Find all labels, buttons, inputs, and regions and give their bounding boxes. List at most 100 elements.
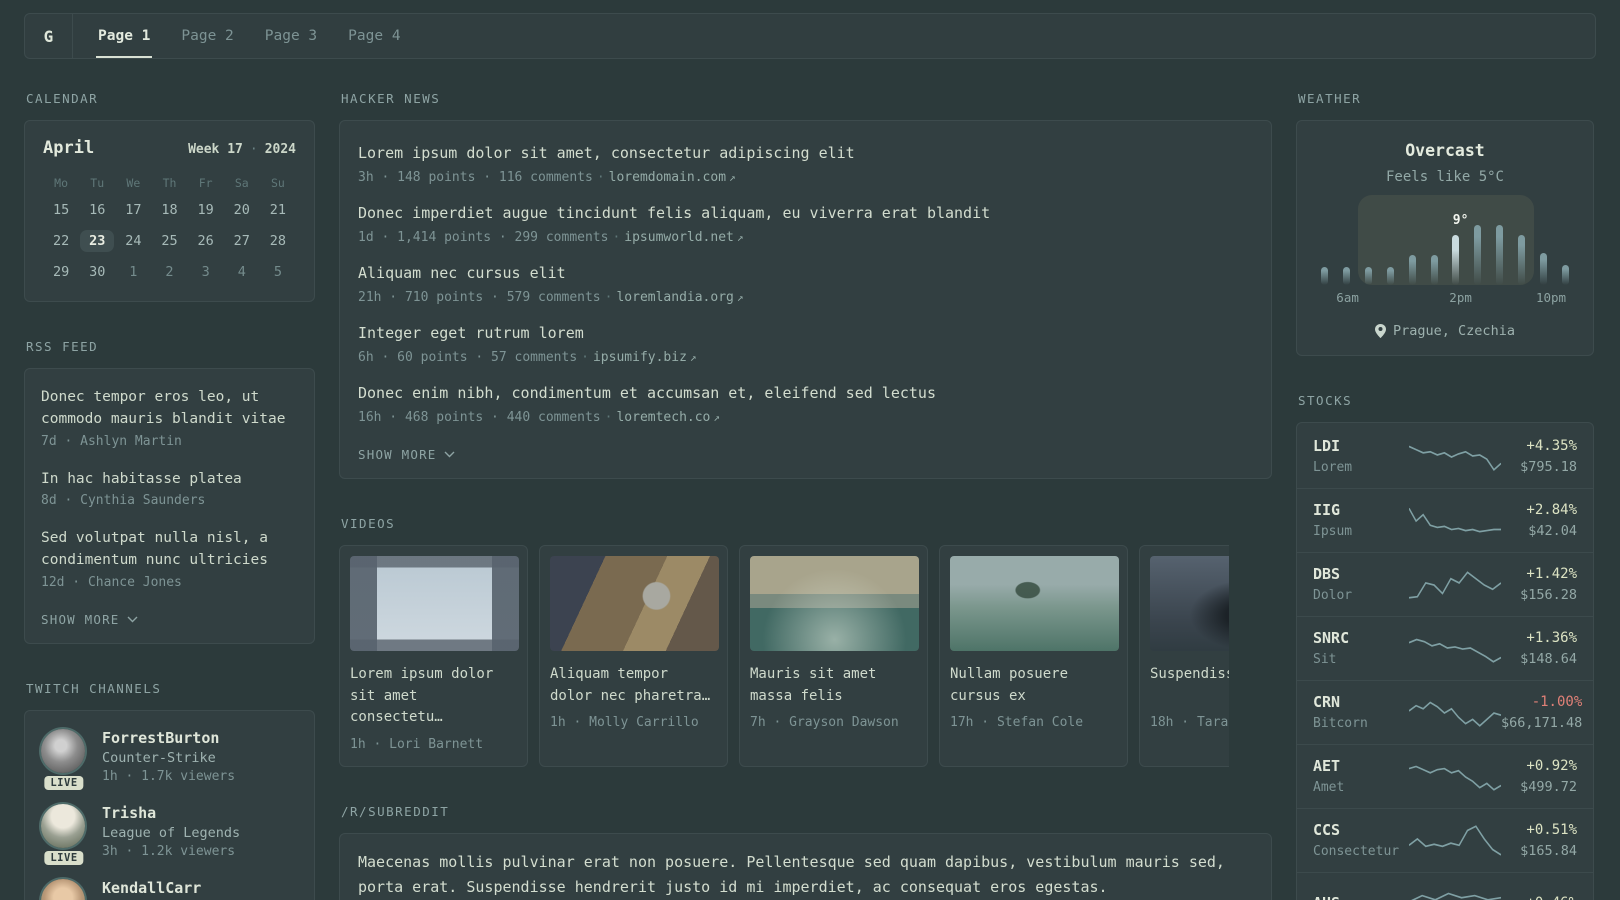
twitch-channel-row[interactable]: LIVE ForrestBurton Counter-Strike 1h · 1.7k… [41,728,298,790]
stock-change: +2.84% [1526,501,1577,518]
rss-item: Donec tempor eros leo, ut commodo mauris… [41,387,298,449]
tab-page-3[interactable]: Page 3 [263,14,319,58]
stock-symbol: CCS [1313,821,1341,839]
tab-page-2[interactable]: Page 2 [179,14,235,58]
calendar-day[interactable]: 19 [188,194,224,225]
weather-bar [1342,267,1350,285]
domain-text: loremdomain.com [608,170,727,185]
show-more-button[interactable]: SHOW MORE [358,445,455,464]
video-thumbnail-camera-hands [550,556,719,651]
calendar-day[interactable]: 26 [188,225,224,256]
calendar-day-number: 16 [89,201,106,218]
channel-name[interactable]: Trisha [102,804,240,822]
video-card[interactable]: Lorem ipsum dolor sit amet consectetu… 1h… [339,545,528,768]
story-title[interactable]: Aliquam nec cursus elit [358,263,1253,284]
story-meta: 6h · 60 points · 57 comments · ipsumify.bi… [358,350,1253,365]
calendar-day[interactable]: 1 [115,256,151,287]
story-title[interactable]: Lorem ipsum dolor sit amet, consectetur … [358,143,1253,164]
tab-page-4[interactable]: Page 4 [346,14,402,58]
calendar-day[interactable]: 21 [260,194,296,225]
domain-text: ipsumworld.net [624,230,734,245]
calendar-section: CALENDAR April Week 17 · 2024 Mo Tu We Th Fr Sa… [24,91,315,302]
stock-values: -1.00% $66,171.48 [1501,694,1582,731]
video-card[interactable]: Mauris sit amet massa felis 7h · Grayson … [739,545,928,768]
calendar-day[interactable]: 20 [224,194,260,225]
channel-name[interactable]: KendallCarr [102,879,201,897]
stock-row-iig[interactable]: IIG Ipsum +2.84% $42.04 [1297,488,1593,552]
video-card[interactable]: Nullam posuere cursus ex 17h · Stefan Col… [939,545,1128,768]
item-domain-link[interactable]: loremtech.co ↗ [616,410,720,425]
app-logo[interactable]: G [25,14,73,58]
avatar-wrap [41,878,87,900]
twitch-channel-row[interactable]: KendallCarr [41,878,298,900]
calendar-day[interactable]: 23 [79,225,115,256]
weather-hourly-chart: 9° 6am 2pm 10pm [1314,195,1576,305]
calendar-day[interactable]: 28 [260,225,296,256]
calendar-day[interactable]: 16 [79,194,115,225]
reddit-post-title[interactable]: Maecenas mollis pulvinar erat non posuer… [358,850,1253,900]
hackernews-item: Donec imperdiet augue tincidunt felis al… [358,189,1253,249]
stock-row-aet[interactable]: AET Amet +0.92% $499.72 [1297,744,1593,808]
calendar-day[interactable]: 27 [224,225,260,256]
avatar [41,803,85,848]
calendar-day[interactable]: 25 [151,225,187,256]
rss-item-title[interactable]: In hac habitasse platea [41,469,298,491]
stock-row-ccs[interactable]: CCS Consectetur +0.51% $165.84 [1297,808,1593,872]
calendar-day-number: 26 [197,232,214,249]
stock-change: +1.36% [1526,629,1577,646]
calendar-day-number: 5 [273,263,282,280]
item-domain-link[interactable]: ipsumify.biz ↗ [593,350,697,365]
calendar-day[interactable]: 29 [43,256,79,287]
rss-item-meta: 7d · Ashlyn Martin [41,433,182,449]
channel-name[interactable]: ForrestBurton [102,729,235,747]
item-domain-link[interactable]: ipsumworld.net ↗ [624,230,743,245]
stock-row-crn[interactable]: CRN Bitcorn -1.00% $66,171.48 [1297,680,1593,744]
calendar-day[interactable]: 24 [115,225,151,256]
video-card[interactable]: Suspendisse diam 18h · Tara [1139,545,1229,768]
rss-item-title[interactable]: Donec tempor eros leo, ut commodo mauris… [41,387,298,431]
calendar-day[interactable]: 30 [79,256,115,287]
calendar-day[interactable]: 4 [224,256,260,287]
external-link-icon: ↗ [736,291,744,304]
item-domain-link[interactable]: loremdomain.com ↗ [609,170,736,185]
calendar-day-number: 4 [237,263,246,280]
twitch-widget: LIVE ForrestBurton Counter-Strike 1h · 1.7k… [24,709,315,900]
weather-location[interactable]: Prague, Czechia [1314,323,1576,339]
stock-row-snrc[interactable]: SNRC Sit +1.36% $148.64 [1297,616,1593,680]
show-more-button[interactable]: SHOW MORE [41,610,138,629]
rss-item-title[interactable]: Sed volutpat nulla nisl, a condimentum n… [41,528,298,572]
video-thumbnail-sea-boat-wake [750,556,919,651]
show-more-label: SHOW MORE [358,447,437,462]
calendar-day[interactable]: 22 [43,225,79,256]
stock-values: +0.51% $165.84 [1501,822,1577,859]
calendar-day[interactable]: 17 [115,194,151,225]
story-title[interactable]: Donec imperdiet augue tincidunt felis al… [358,203,1253,224]
story-title[interactable]: Integer eget rutrum lorem [358,323,1253,344]
stock-row-ldi[interactable]: LDI Lorem +4.35% $795.18 [1297,425,1593,488]
domain-text: ipsumify.biz [592,350,687,365]
stock-symbol: LDI [1313,437,1341,455]
stock-row-dbs[interactable]: DBS Dolor +1.42% $156.28 [1297,552,1593,616]
stock-change: +0.51% [1526,821,1577,838]
stock-price: $148.64 [1520,650,1577,667]
calendar-day[interactable]: 18 [151,194,187,225]
story-title[interactable]: Donec enim nibh, condimentum et accumsan… [358,383,1253,404]
video-card[interactable]: Aliquam tempor dolor nec pharetra… 1h · M… [539,545,728,768]
calendar-day[interactable]: 5 [260,256,296,287]
stock-name: Amet [1313,780,1345,795]
external-link-icon: ↗ [713,411,721,424]
weekday-label: Th [162,176,177,190]
stock-row-ahs[interactable]: AHS +0.46% [1297,872,1593,900]
rss-widget: Donec tempor eros leo, ut commodo mauris… [24,368,315,644]
calendar-day[interactable]: 15 [43,194,79,225]
calendar-day[interactable]: 3 [188,256,224,287]
item-domain-link[interactable]: loremlandia.org ↗ [616,290,743,305]
hackernews-section: HACKER NEWS Lorem ipsum dolor sit amet, … [339,91,1272,479]
tab-page-1[interactable]: Page 1 [96,14,153,58]
domain-text: loremtech.co [616,410,711,425]
weather-bar [1540,253,1548,285]
subreddit-widget: Maecenas mollis pulvinar erat non posuer… [339,833,1272,900]
twitch-channel-row[interactable]: LIVE Trisha League of Legends 3h · 1.2k vie… [41,803,298,865]
calendar-day[interactable]: 2 [151,256,187,287]
item-meta-text: 21h · 710 points · 579 comments [358,290,601,305]
